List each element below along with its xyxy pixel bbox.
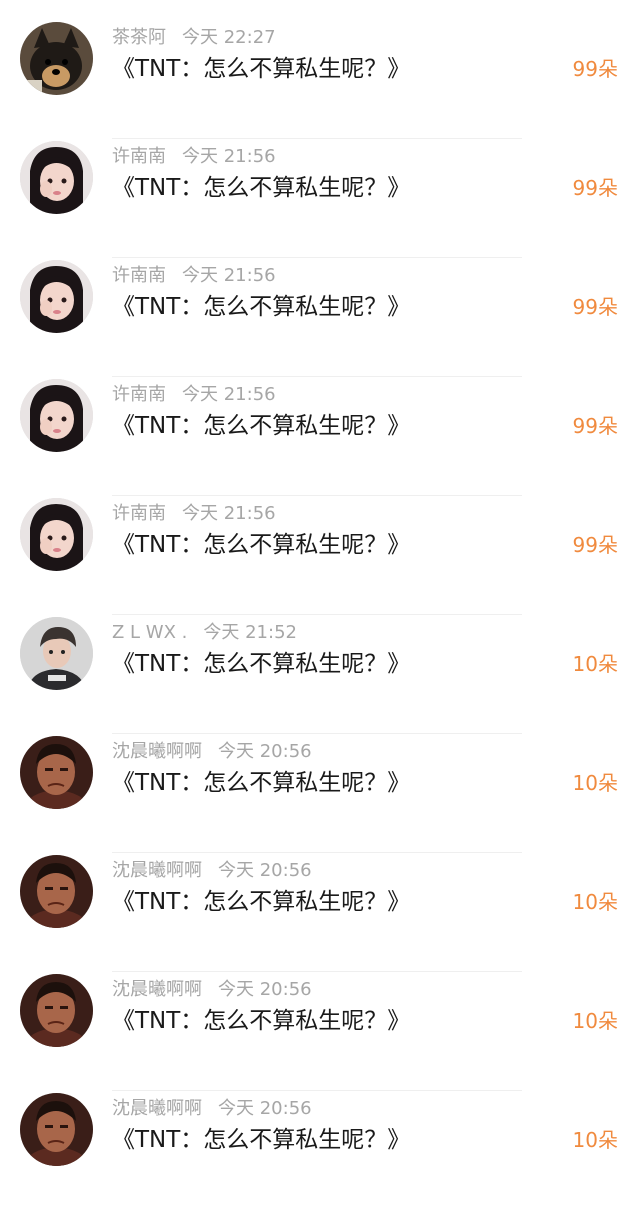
message-text: 《TNT：怎么不算私生呢？》: [112, 651, 411, 677]
message-text: 《TNT：怎么不算私生呢？》: [112, 294, 411, 320]
girl-avatar[interactable]: [20, 379, 93, 452]
message-text: 《TNT：怎么不算私生呢？》: [112, 770, 411, 796]
timestamp: 今天 21:56: [182, 265, 276, 286]
timestamp: 今天 22:27: [182, 27, 276, 48]
divider: [112, 1090, 522, 1091]
divider: [112, 971, 522, 972]
list-item[interactable]: 许南南 今天 21:56 《TNT：怎么不算私生呢？》 99朵: [0, 498, 640, 617]
list-item[interactable]: 许南南 今天 21:56 《TNT：怎么不算私生呢？》 99朵: [0, 260, 640, 379]
flower-count: 10朵: [572, 771, 618, 795]
flower-count: 99朵: [572, 533, 618, 557]
man-avatar[interactable]: [20, 974, 93, 1047]
timestamp: 今天 21:52: [203, 622, 297, 643]
message-text: 《TNT：怎么不算私生呢？》: [112, 1008, 411, 1034]
flower-count: 10朵: [572, 652, 618, 676]
girl-avatar[interactable]: [20, 260, 93, 333]
divider: [112, 733, 522, 734]
flower-count: 10朵: [572, 1128, 618, 1152]
boy-avatar[interactable]: [20, 617, 93, 690]
divider: [112, 614, 522, 615]
sender-name[interactable]: 许南南: [112, 503, 166, 524]
list-item[interactable]: 茶茶阿 今天 22:27 《TNT：怎么不算私生呢？》 99朵: [0, 22, 640, 141]
divider: [112, 852, 522, 853]
man-avatar[interactable]: [20, 855, 93, 928]
message-text: 《TNT：怎么不算私生呢？》: [112, 56, 411, 82]
list-item[interactable]: 许南南 今天 21:56 《TNT：怎么不算私生呢？》 99朵: [0, 141, 640, 260]
flower-count: 10朵: [572, 890, 618, 914]
list-item[interactable]: 沈晨曦啊啊 今天 20:56 《TNT：怎么不算私生呢？》 10朵: [0, 1093, 640, 1212]
man-avatar[interactable]: [20, 736, 93, 809]
timestamp: 今天 21:56: [182, 503, 276, 524]
timestamp: 今天 20:56: [218, 741, 312, 762]
girl-avatar[interactable]: [20, 498, 93, 571]
message-text: 《TNT：怎么不算私生呢？》: [112, 1127, 411, 1153]
flower-count: 10朵: [572, 1009, 618, 1033]
sender-name[interactable]: 沈晨曦啊啊: [112, 741, 202, 762]
flower-count: 99朵: [572, 57, 618, 81]
timestamp: 今天 20:56: [218, 1098, 312, 1119]
divider: [112, 376, 522, 377]
flower-count: 99朵: [572, 414, 618, 438]
timestamp: 今天 20:56: [218, 860, 312, 881]
sender-name[interactable]: 许南南: [112, 265, 166, 286]
list-item[interactable]: 沈晨曦啊啊 今天 20:56 《TNT：怎么不算私生呢？》 10朵: [0, 855, 640, 974]
timestamp: 今天 21:56: [182, 146, 276, 167]
sender-name[interactable]: 许南南: [112, 146, 166, 167]
message-text: 《TNT：怎么不算私生呢？》: [112, 532, 411, 558]
girl-avatar[interactable]: [20, 141, 93, 214]
timestamp: 今天 21:56: [182, 384, 276, 405]
divider: [112, 138, 522, 139]
list-item[interactable]: 许南南 今天 21:56 《TNT：怎么不算私生呢？》 99朵: [0, 379, 640, 498]
divider: [112, 257, 522, 258]
list-item[interactable]: 沈晨曦啊啊 今天 20:56 《TNT：怎么不算私生呢？》 10朵: [0, 974, 640, 1093]
message-text: 《TNT：怎么不算私生呢？》: [112, 413, 411, 439]
message-text: 《TNT：怎么不算私生呢？》: [112, 889, 411, 915]
message-text: 《TNT：怎么不算私生呢？》: [112, 175, 411, 201]
list-item[interactable]: Z L WX . 今天 21:52 《TNT：怎么不算私生呢？》 10朵: [0, 617, 640, 736]
sender-name[interactable]: 茶茶阿: [112, 27, 166, 48]
gift-message-list: 茶茶阿 今天 22:27 《TNT：怎么不算私生呢？》 99朵 许南南 今天 21:…: [0, 0, 640, 1180]
flower-count: 99朵: [572, 176, 618, 200]
man-avatar[interactable]: [20, 1093, 93, 1166]
timestamp: 今天 20:56: [218, 979, 312, 1000]
flower-count: 99朵: [572, 295, 618, 319]
sender-name[interactable]: 沈晨曦啊啊: [112, 1098, 202, 1119]
sender-name[interactable]: Z L WX .: [112, 622, 187, 643]
sender-name[interactable]: 沈晨曦啊啊: [112, 860, 202, 881]
list-item[interactable]: 沈晨曦啊啊 今天 20:56 《TNT：怎么不算私生呢？》 10朵: [0, 736, 640, 855]
sender-name[interactable]: 许南南: [112, 384, 166, 405]
dog-avatar[interactable]: [20, 22, 93, 95]
divider: [112, 495, 522, 496]
sender-name[interactable]: 沈晨曦啊啊: [112, 979, 202, 1000]
